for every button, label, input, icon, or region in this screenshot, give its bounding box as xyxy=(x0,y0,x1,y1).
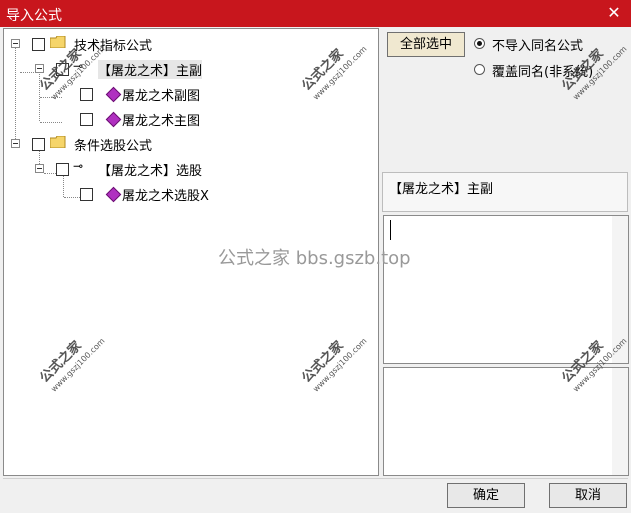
tree-node-tech-indicators[interactable]: 技术指标公式 xyxy=(4,33,304,55)
checkbox[interactable] xyxy=(80,113,93,126)
checkbox[interactable] xyxy=(32,38,45,51)
watermark-text: 公式之家 bbs.gszb.top xyxy=(218,248,411,269)
formula-icon xyxy=(105,86,122,103)
vertical-scrollbar[interactable] xyxy=(612,368,628,475)
collapse-icon[interactable] xyxy=(11,39,20,48)
checkbox[interactable] xyxy=(56,163,69,176)
tree-node-stock-selection[interactable]: 条件选股公式 xyxy=(4,133,304,155)
ok-button[interactable]: 确定 xyxy=(447,483,525,508)
collapse-icon[interactable] xyxy=(35,64,44,73)
radio-selected-icon[interactable] xyxy=(474,38,485,49)
window-title: 导入公式 xyxy=(6,8,62,24)
checkbox[interactable] xyxy=(80,88,93,101)
collapse-icon[interactable] xyxy=(35,164,44,173)
cancel-button[interactable]: 取消 xyxy=(549,483,627,508)
divider xyxy=(3,478,628,479)
formula-icon xyxy=(105,111,122,128)
checkbox[interactable] xyxy=(80,188,93,201)
title-bar: 导入公式 ✕ xyxy=(0,0,631,27)
formula-name-display: 【屠龙之术】主副 xyxy=(382,172,628,212)
tree-node-label: 屠龙之术选股X xyxy=(122,189,209,204)
folder-icon xyxy=(50,36,66,48)
tree-node-label: 屠龙之术主图 xyxy=(122,114,201,129)
formula-name: 【屠龙之术】主副 xyxy=(389,182,494,197)
collapse-icon[interactable] xyxy=(11,139,20,148)
tree-node-label: 条件选股公式 xyxy=(74,139,153,154)
tree-node-label: 【屠龙之术】主副 xyxy=(98,60,203,79)
tree-node-formula-main[interactable]: 屠龙之术主图 xyxy=(4,108,304,130)
tree-node-label: 【屠龙之术】选股 xyxy=(98,164,203,179)
checkbox[interactable] xyxy=(32,138,45,151)
tree-node-group-selection[interactable]: ⊸ 【屠龙之术】选股 xyxy=(4,158,304,180)
radio-label: 不导入同名公式 xyxy=(492,39,584,54)
close-icon[interactable]: ✕ xyxy=(603,2,625,24)
tree-node-formula-selection[interactable]: 屠龙之术选股X xyxy=(4,183,304,205)
formula-icon xyxy=(105,186,122,203)
radio-unselected-icon[interactable] xyxy=(474,64,485,75)
tree-node-label: 屠龙之术副图 xyxy=(122,89,201,104)
key-icon: ⊸ xyxy=(73,159,84,173)
folder-icon xyxy=(50,136,66,148)
text-caret xyxy=(390,220,391,240)
select-all-button[interactable]: 全部选中 xyxy=(387,32,465,57)
